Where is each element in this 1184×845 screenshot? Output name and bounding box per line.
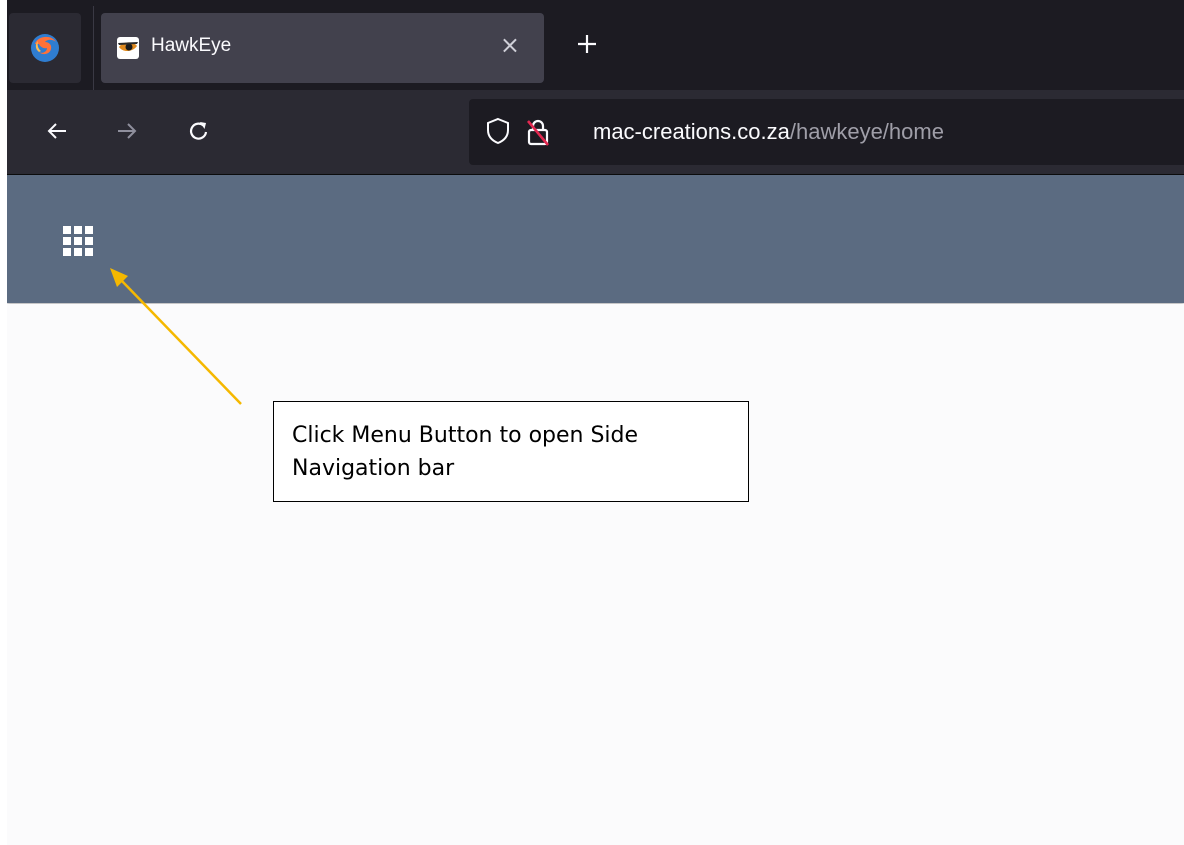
reload-icon (189, 122, 208, 140)
firefox-icon (31, 34, 59, 62)
menu-button[interactable] (54, 217, 102, 265)
url-host: mac-creations.co.za (593, 119, 790, 144)
tab-title: HawkEye (151, 35, 232, 56)
firefox-menu-button[interactable] (9, 13, 81, 83)
navigation-toolbar: mac-creations.co.za/hawkeye/home (7, 90, 1184, 175)
browser-window: HawkEye × mac-creations.co.za/hawkeye/ho… (7, 0, 1184, 845)
url-text[interactable]: mac-creations.co.za/hawkeye/home (593, 119, 944, 145)
arrow-left-icon (47, 123, 66, 139)
apps-grid-icon (63, 226, 93, 256)
url-bar[interactable]: mac-creations.co.za/hawkeye/home (469, 99, 1184, 165)
forward-button[interactable] (107, 111, 147, 151)
shield-icon[interactable] (485, 117, 511, 145)
close-tab-icon[interactable]: × (500, 31, 520, 59)
app-header (7, 175, 1184, 303)
hawk-eye-favicon (117, 37, 139, 59)
tab-strip: HawkEye × (7, 0, 1184, 90)
plus-icon (578, 35, 596, 53)
tab-hawkeye[interactable]: HawkEye × (101, 13, 544, 83)
reload-button[interactable] (179, 111, 219, 151)
arrow-right-icon (118, 123, 137, 139)
url-path: /hawkeye/home (789, 119, 944, 144)
new-tab-button[interactable] (567, 24, 607, 64)
page-content (7, 304, 1184, 845)
back-button[interactable] (37, 111, 77, 151)
tab-separator (93, 6, 94, 90)
insecure-lock-icon[interactable] (525, 117, 551, 147)
instruction-callout: Click Menu Button to open Side Navigatio… (273, 401, 749, 502)
